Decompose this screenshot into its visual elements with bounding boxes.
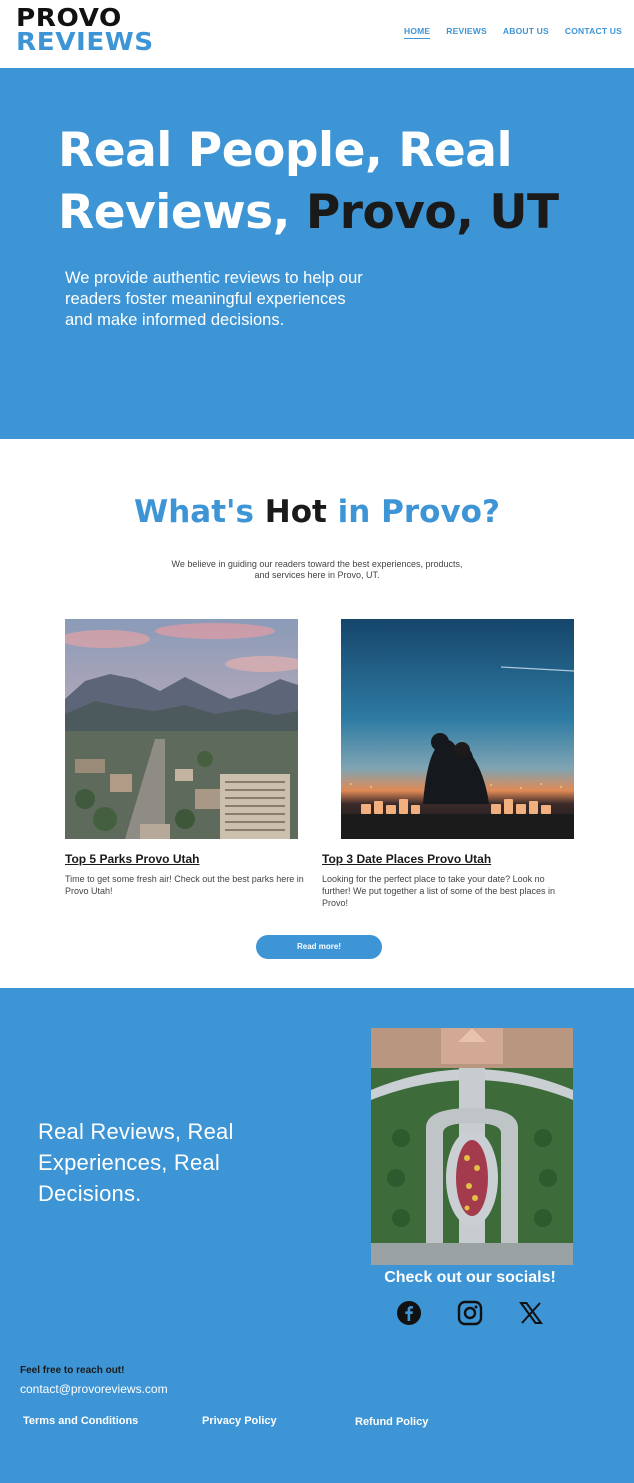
main-nav: HOME REVIEWS ABOUT US CONTACT US xyxy=(403,26,622,39)
hero-title: Real People, Real Reviews, Provo, UT xyxy=(58,120,578,244)
tagline: Real Reviews, Real Experiences, Real Dec… xyxy=(38,1119,234,1206)
nav-home[interactable]: HOME xyxy=(403,26,431,39)
couple-sunset-photo xyxy=(341,619,574,839)
nav-reviews[interactable]: REVIEWS xyxy=(446,26,487,39)
reach-out-label: Feel free to reach out! xyxy=(20,1365,125,1376)
facebook-icon[interactable] xyxy=(396,1300,422,1326)
section-subtitle: We believe in guiding our readers toward… xyxy=(171,559,463,580)
hero-section: Real People, Real Reviews, Provo, UT We … xyxy=(0,68,634,439)
card-title-parks[interactable]: Top 5 Parks Provo Utah xyxy=(65,852,199,866)
hero-title-dark: Provo, UT xyxy=(305,185,559,240)
terms-link[interactable]: Terms and Conditions xyxy=(23,1415,138,1427)
card-text-parks: Time to get some fresh air! Check out th… xyxy=(65,874,304,896)
x-icon[interactable] xyxy=(518,1300,544,1326)
privacy-link[interactable]: Privacy Policy xyxy=(202,1415,277,1427)
logo[interactable]: PROVO REVIEWS xyxy=(16,5,153,54)
date-card-image[interactable] xyxy=(341,619,574,839)
section-title-part-2: Hot xyxy=(264,494,327,530)
site-header: PROVO REVIEWS HOME REVIEWS ABOUT US CONT… xyxy=(0,0,634,68)
aerial-photo xyxy=(371,1028,573,1265)
instagram-icon[interactable] xyxy=(457,1300,483,1326)
hero-subtitle: We provide authentic reviews to help our… xyxy=(65,269,363,329)
city-mountain-photo xyxy=(65,619,298,839)
socials-title: Check out our socials! xyxy=(384,1269,556,1286)
logo-line-2: REVIEWS xyxy=(16,27,154,56)
nav-about-us[interactable]: ABOUT US xyxy=(503,26,549,39)
refund-link[interactable]: Refund Policy xyxy=(355,1416,428,1428)
footer-section: Real Reviews, Real Experiences, Real Dec… xyxy=(0,988,634,1483)
temple-aerial-photo xyxy=(371,1028,573,1265)
read-more-button[interactable]: Read more! xyxy=(256,935,382,959)
section-title-part-3: in Provo? xyxy=(337,494,500,530)
nav-contact-us[interactable]: CONTACT US xyxy=(565,26,622,39)
card-title-date[interactable]: Top 3 Date Places Provo Utah xyxy=(322,852,491,866)
card-text-date: Looking for the perfect place to take yo… xyxy=(322,874,555,908)
parks-card-image[interactable] xyxy=(65,619,298,839)
section-title-part-1: What's xyxy=(134,494,254,530)
section-title: What's Hot in Provo? xyxy=(0,494,634,530)
contact-email[interactable]: contact@provoreviews.com xyxy=(20,1382,168,1396)
